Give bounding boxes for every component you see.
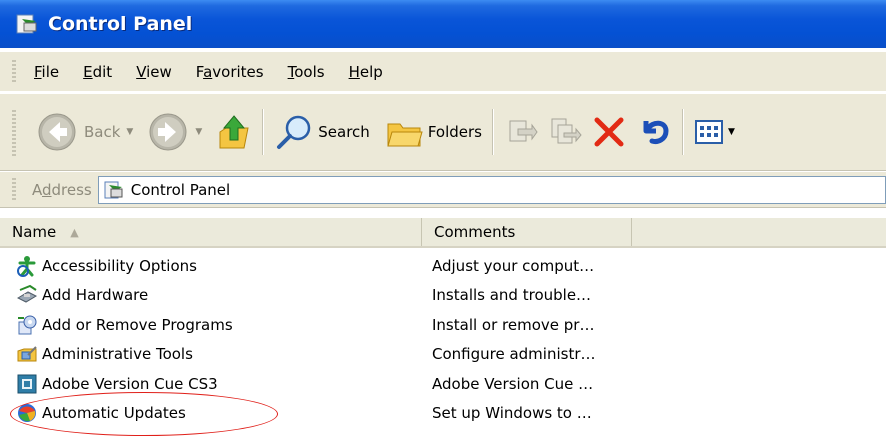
copy-to-button[interactable] <box>548 107 582 157</box>
menu-tools[interactable]: Tools <box>288 63 325 81</box>
move-to-button[interactable] <box>504 107 538 157</box>
toolbar-separator <box>262 109 265 155</box>
column-header-comments[interactable]: Comments <box>422 218 632 246</box>
toolbar-separator <box>491 109 494 155</box>
menu-favorites[interactable]: Favorites <box>196 63 264 81</box>
toolbar-grip[interactable] <box>12 110 16 156</box>
menu-view[interactable]: View <box>136 63 172 81</box>
adobe-version-cue-icon <box>17 374 37 394</box>
item-name: Administrative Tools <box>42 345 193 364</box>
address-value: Control Panel <box>130 180 231 199</box>
address-grip[interactable] <box>12 178 16 202</box>
list-item[interactable]: Accessibility Options Adjust your comput… <box>0 251 886 281</box>
forward-arrow-icon <box>149 113 187 151</box>
item-comment: Set up Windows to … <box>432 404 592 423</box>
menu-bar: File Edit View Favorites Tools Help <box>0 52 886 92</box>
search-icon <box>277 115 311 149</box>
views-button[interactable]: ▼ <box>694 107 735 157</box>
highlight-annotation <box>10 392 278 436</box>
add-remove-programs-icon <box>18 315 37 335</box>
standard-toolbar: Back ▼ ▼ Search Folders ▼ <box>0 93 886 171</box>
folders-label: Folders <box>427 123 482 141</box>
list-item[interactable]: Add or Remove Programs Install or remove… <box>0 310 886 340</box>
back-label: Back <box>84 123 121 141</box>
search-label: Search <box>318 123 370 141</box>
delete-icon <box>594 117 624 147</box>
list-header: Name ▲ Comments <box>0 218 886 248</box>
views-dropdown-icon[interactable]: ▼ <box>728 127 735 137</box>
delete-button[interactable] <box>592 107 626 157</box>
up-folder-button[interactable] <box>216 107 252 157</box>
search-button[interactable]: Search <box>274 107 370 157</box>
menu-edit[interactable]: Edit <box>83 63 112 81</box>
item-name: Accessibility Options <box>42 256 197 275</box>
window-title: Control Panel <box>48 13 193 35</box>
menu-file[interactable]: File <box>34 63 59 81</box>
administrative-tools-icon <box>17 346 37 362</box>
item-comment: Adobe Version Cue … <box>432 374 594 393</box>
column-comments-label: Comments <box>434 223 516 241</box>
back-button[interactable]: Back ▼ <box>36 107 133 157</box>
control-panel-icon <box>16 14 37 34</box>
views-icon <box>694 120 723 144</box>
list-item[interactable]: Administrative Tools Configure administr… <box>0 340 886 370</box>
control-panel-icon <box>104 181 123 198</box>
item-comment: Installs and trouble… <box>432 286 592 305</box>
address-label: Address <box>32 180 92 199</box>
address-input[interactable]: Control Panel <box>97 175 886 204</box>
column-name-label: Name <box>12 223 57 241</box>
item-name: Add Hardware <box>42 286 149 305</box>
toolbar-separator <box>681 109 684 155</box>
item-name: Add or Remove Programs <box>42 315 233 334</box>
title-bar: Control Panel <box>0 0 886 48</box>
back-dropdown-icon[interactable]: ▼ <box>126 127 133 137</box>
undo-button[interactable] <box>638 107 672 157</box>
item-comment: Adjust your comput… <box>432 256 595 275</box>
folders-button[interactable]: Folders <box>386 107 482 157</box>
menu-grip[interactable] <box>12 60 16 84</box>
back-arrow-icon <box>38 113 76 151</box>
move-to-icon <box>509 120 538 142</box>
item-name: Adobe Version Cue CS3 <box>42 374 218 393</box>
item-comment: Install or remove pr… <box>432 315 595 334</box>
undo-icon <box>643 120 669 144</box>
up-folder-icon <box>219 115 249 149</box>
menu-help[interactable]: Help <box>349 63 383 81</box>
sort-ascending-icon: ▲ <box>70 225 79 239</box>
accessibility-icon <box>17 255 36 277</box>
add-hardware-icon <box>16 285 38 303</box>
copy-to-icon <box>551 118 582 144</box>
forward-button[interactable]: ▼ <box>147 107 202 157</box>
forward-dropdown-icon[interactable]: ▼ <box>195 127 202 137</box>
address-bar: Address Control Panel <box>0 172 886 208</box>
folders-icon <box>387 123 423 147</box>
column-header-name[interactable]: Name ▲ <box>0 218 422 246</box>
list-item[interactable]: Add Hardware Installs and trouble… <box>0 281 886 311</box>
item-comment: Configure administr… <box>432 345 596 364</box>
